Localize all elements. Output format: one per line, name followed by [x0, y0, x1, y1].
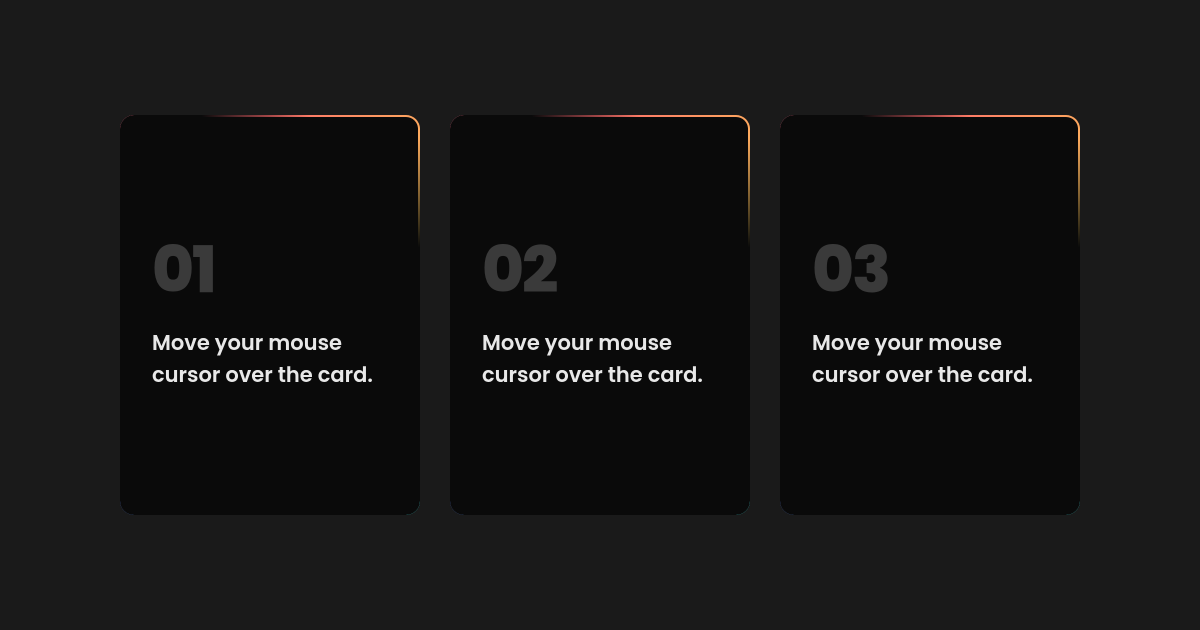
card-text: Move your mouse cursor over the card. — [812, 328, 1048, 391]
card-content: 02 Move your mouse cursor over the card. — [452, 117, 748, 513]
card-3[interactable]: 03 Move your mouse cursor over the card. — [780, 115, 1080, 515]
card-1[interactable]: 01 Move your mouse cursor over the card. — [120, 115, 420, 515]
card-content: 01 Move your mouse cursor over the card. — [122, 117, 418, 513]
card-number: 03 — [812, 239, 1048, 303]
cards-container: 01 Move your mouse cursor over the card.… — [120, 115, 1080, 515]
card-text: Move your mouse cursor over the card. — [152, 328, 388, 391]
card-content: 03 Move your mouse cursor over the card. — [782, 117, 1078, 513]
card-text: Move your mouse cursor over the card. — [482, 328, 718, 391]
card-2[interactable]: 02 Move your mouse cursor over the card. — [450, 115, 750, 515]
card-number: 01 — [152, 239, 388, 303]
card-number: 02 — [482, 239, 718, 303]
